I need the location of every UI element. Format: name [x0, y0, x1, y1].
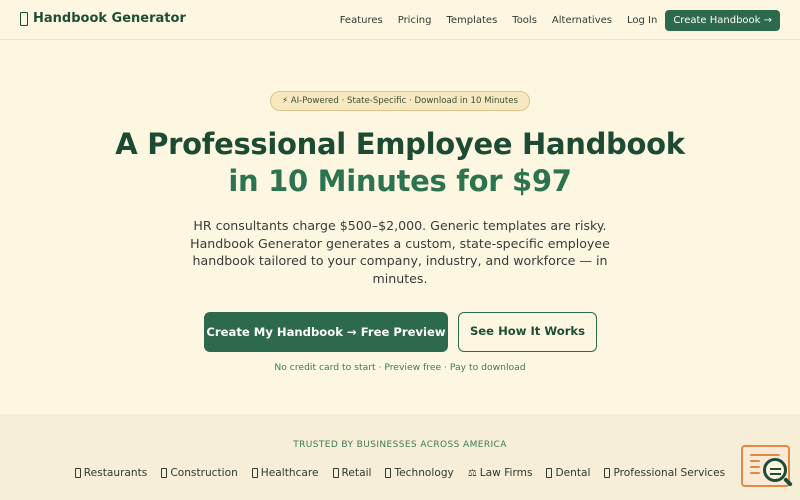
healthcare-icon	[251, 468, 258, 478]
industry-list: Restaurants Construction Healthcare Reta…	[0, 467, 800, 479]
industry-restaurants: Restaurants	[74, 467, 148, 479]
scale-icon: ⚖	[467, 467, 477, 479]
nav-link-tools[interactable]: Tools	[512, 15, 537, 26]
widget-line	[750, 466, 760, 468]
nav-link-alternatives[interactable]: Alternatives	[552, 15, 612, 26]
industry-label: Construction	[170, 467, 238, 479]
industry-professional-services: Professional Services	[604, 467, 725, 479]
dental-icon	[546, 468, 553, 478]
see-how-it-works-button[interactable]: See How It Works	[458, 312, 597, 352]
industry-label: Professional Services	[613, 467, 726, 479]
hero-title-line2: in 10 Minutes for $97	[228, 164, 572, 198]
trusted-title: TRUSTED BY BUSINESSES ACROSS AMERICA	[293, 440, 507, 450]
feature-badge: ⚡ AI-Powered · State-Specific · Download…	[270, 91, 530, 111]
retail-icon	[332, 468, 339, 478]
hero-note: No credit card to start · Preview free ·…	[274, 362, 526, 373]
top-nav: Handbook Generator Features Pricing Temp…	[0, 0, 800, 40]
nav-link-login[interactable]: Log In	[627, 15, 657, 26]
nav-links: Features Pricing Templates Tools Alterna…	[325, 10, 780, 31]
industry-healthcare: Healthcare	[251, 467, 319, 479]
construction-icon	[161, 468, 168, 478]
industry-label: Retail	[341, 467, 372, 479]
hero-title-line1: A Professional Employee Handbook	[115, 127, 685, 161]
create-my-handbook-button[interactable]: Create My Handbook → Free Preview	[204, 312, 448, 352]
brand-name: Handbook Generator	[33, 11, 186, 26]
industry-law-firms: ⚖ Law Firms	[468, 467, 533, 479]
industry-dental: Dental	[546, 467, 590, 479]
briefcase-icon	[604, 468, 611, 478]
create-handbook-button[interactable]: Create Handbook →	[665, 10, 780, 31]
technology-icon	[385, 468, 392, 478]
nav-link-templates[interactable]: Templates	[446, 15, 497, 26]
widget-line	[750, 460, 760, 462]
industry-retail: Retail	[332, 467, 372, 479]
industry-construction: Construction	[161, 467, 238, 479]
industry-label: Technology	[394, 467, 454, 479]
industry-technology: Technology	[385, 467, 454, 479]
nav-link-features[interactable]: Features	[340, 15, 383, 26]
restaurant-icon	[74, 468, 81, 478]
industry-label: Healthcare	[260, 467, 319, 479]
document-search-widget[interactable]	[741, 445, 793, 487]
widget-line	[750, 454, 780, 456]
trusted-section: TRUSTED BY BUSINESSES ACROSS AMERICA Res…	[0, 414, 800, 500]
industry-label: Law Firms	[479, 467, 533, 479]
brand-logo[interactable]: Handbook Generator	[20, 11, 186, 26]
hero-subtitle: HR consultants charge $500–$2,000. Gener…	[190, 218, 610, 286]
industry-label: Dental	[555, 467, 591, 479]
book-icon	[20, 11, 28, 26]
widget-line	[750, 472, 760, 474]
industry-label: Restaurants	[83, 467, 148, 479]
nav-link-pricing[interactable]: Pricing	[398, 15, 432, 26]
